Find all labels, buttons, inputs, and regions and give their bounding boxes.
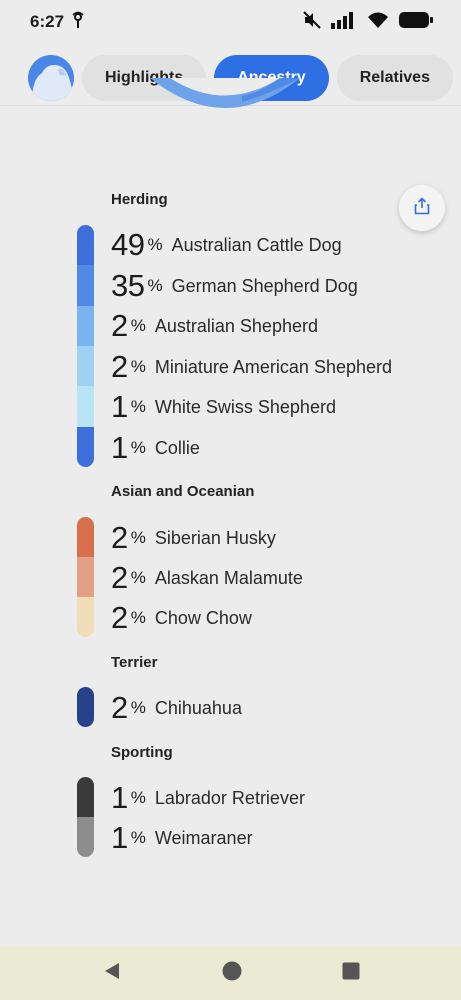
breed-percent: 1 xyxy=(111,389,128,424)
breed-percent: 1 xyxy=(111,430,128,465)
recents-icon[interactable] xyxy=(342,962,360,985)
breed-name: Weimaraner xyxy=(154,827,253,848)
breed-row[interactable]: 2% Siberian Husky xyxy=(111,518,276,558)
breed-row[interactable]: 1% Weimaraner xyxy=(111,818,253,858)
breed-percent: 2 xyxy=(111,560,128,595)
breed-percent: 2 xyxy=(111,349,128,384)
breed-name: Australian Cattle Dog xyxy=(171,234,342,255)
system-nav-bar xyxy=(0,946,461,1000)
breed-row[interactable]: 2% Australian Shepherd xyxy=(111,306,318,346)
percent-sign: % xyxy=(130,828,146,847)
breed-name: Miniature American Shepherd xyxy=(154,356,393,377)
breed-row[interactable]: 2% Alaskan Malamute xyxy=(111,558,303,598)
breed-name: Collie xyxy=(154,437,200,458)
breed-row[interactable]: 1% Collie xyxy=(111,428,200,468)
breed-percent: 2 xyxy=(111,520,128,555)
percent-sign: % xyxy=(147,276,163,295)
share-icon xyxy=(413,196,431,220)
home-icon[interactable] xyxy=(222,961,242,986)
tab-relatives[interactable]: Relatives xyxy=(336,54,453,101)
percent-sign: % xyxy=(147,235,163,254)
ancestry-donut-chart xyxy=(150,78,300,120)
wifi-icon xyxy=(367,11,389,34)
group-title-asian-oceanian: Asian and Oceanian xyxy=(111,483,255,500)
percent-sign: % xyxy=(130,788,146,807)
breed-name: Labrador Retriever xyxy=(154,787,305,808)
sporting-color-bar xyxy=(77,777,94,857)
breed-name: Siberian Husky xyxy=(154,527,276,548)
breed-row[interactable]: 35% German Shepherd Dog xyxy=(111,266,358,306)
status-time: 6:27 xyxy=(30,12,65,31)
terrier-color-bar xyxy=(77,687,94,727)
percent-sign: % xyxy=(130,568,146,587)
status-bar: 6:27 xyxy=(0,0,461,44)
battery-icon xyxy=(399,11,433,34)
breed-percent: 49 xyxy=(111,227,145,262)
breed-name: Alaskan Malamute xyxy=(154,567,303,588)
breed-name: Australian Shepherd xyxy=(154,315,318,336)
percent-sign: % xyxy=(130,316,146,335)
percent-sign: % xyxy=(130,357,146,376)
breed-percent: 2 xyxy=(111,690,128,725)
breed-percent: 1 xyxy=(111,820,128,855)
breed-row[interactable]: 2% Chihuahua xyxy=(111,688,242,728)
signal-icon xyxy=(331,11,357,34)
percent-sign: % xyxy=(130,438,146,457)
breed-percent: 35 xyxy=(111,268,145,303)
breed-name: German Shepherd Dog xyxy=(171,275,358,296)
breed-name: Chihuahua xyxy=(154,697,242,718)
breed-percent: 1 xyxy=(111,780,128,815)
percent-sign: % xyxy=(130,528,146,547)
herding-color-bar xyxy=(77,225,94,467)
breed-row[interactable]: 2% Chow Chow xyxy=(111,598,252,638)
breed-row[interactable]: 2% Miniature American Shepherd xyxy=(111,347,392,387)
group-title-sporting: Sporting xyxy=(111,744,173,761)
mute-icon xyxy=(303,10,321,34)
breed-percent: 2 xyxy=(111,600,128,635)
percent-sign: % xyxy=(130,397,146,416)
breed-row[interactable]: 1% White Swiss Shepherd xyxy=(111,387,336,427)
share-button[interactable] xyxy=(399,185,445,231)
back-icon[interactable] xyxy=(102,961,122,986)
dog-avatar-logo[interactable] xyxy=(28,54,74,101)
breed-name: White Swiss Shepherd xyxy=(154,396,336,417)
percent-sign: % xyxy=(130,608,146,627)
percent-sign: % xyxy=(130,698,146,717)
nfc-icon xyxy=(72,11,84,34)
asian-oceanian-color-bar xyxy=(77,517,94,637)
group-title-terrier: Terrier xyxy=(111,654,158,671)
group-title-herding: Herding xyxy=(111,191,168,208)
breed-row[interactable]: 49% Australian Cattle Dog xyxy=(111,225,342,265)
breed-name: Chow Chow xyxy=(154,607,252,628)
breed-percent: 2 xyxy=(111,308,128,343)
breed-row[interactable]: 1% Labrador Retriever xyxy=(111,778,305,818)
